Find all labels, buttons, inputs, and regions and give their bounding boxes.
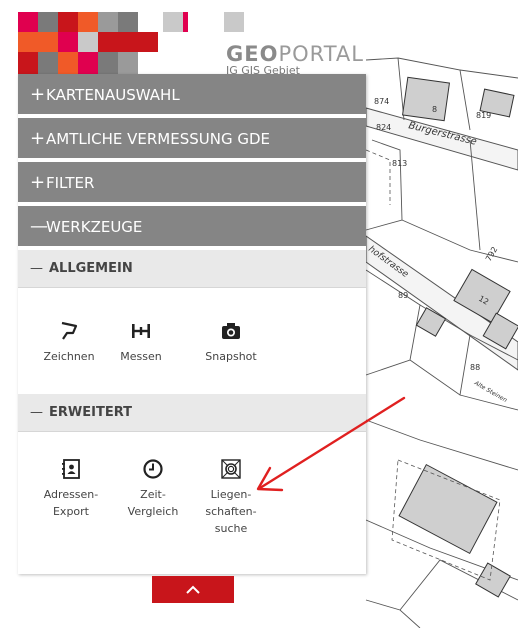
section-werkzeuge[interactable]: —WERKZEUGE bbox=[18, 206, 366, 248]
tool-zeichnen[interactable]: Zeichnen bbox=[32, 320, 106, 365]
collapse-icon: — bbox=[30, 405, 43, 420]
tool-label: Liegen- schaften- suche bbox=[205, 488, 257, 535]
section-label: AMTLICHE VERMESSUNG GDE bbox=[46, 130, 271, 148]
subsection-erweitert[interactable]: — ERWEITERT bbox=[18, 394, 366, 432]
section-label: FILTER bbox=[46, 174, 95, 192]
section-amtliche-vermessung[interactable]: +AMTLICHE VERMESSUNG GDE bbox=[18, 118, 366, 160]
measure-icon bbox=[132, 324, 150, 338]
map-label: 813 bbox=[392, 159, 407, 168]
section-kartenauswahl[interactable]: +KARTENAUSWAHL bbox=[18, 74, 366, 116]
expand-icon: + bbox=[30, 84, 46, 105]
map-label: 824 bbox=[376, 123, 391, 132]
tool-label: Zeit- Vergleich bbox=[127, 488, 179, 518]
expand-icon: + bbox=[30, 172, 46, 193]
draw-polygon-icon bbox=[61, 321, 78, 340]
logo-title: GEOPORTAL bbox=[226, 42, 364, 66]
side-panel: +KARTENAUSWAHL +AMTLICHE VERMESSUNG GDE … bbox=[18, 74, 366, 574]
header-logo-bar: GEOPORTAL IG GIS Gebiet bbox=[18, 12, 366, 77]
section-label: WERKZEUGE bbox=[46, 218, 143, 236]
subsection-allgemein[interactable]: — ALLGEMEIN bbox=[18, 250, 366, 288]
map-label: 89 bbox=[398, 291, 408, 300]
map-label: 88 bbox=[470, 363, 480, 372]
tool-label: Snapshot bbox=[205, 350, 257, 363]
parcel-search-icon bbox=[221, 459, 241, 479]
section-label: KARTENAUSWAHL bbox=[46, 86, 180, 104]
logo-mosaic-icon bbox=[18, 12, 188, 74]
clock-icon bbox=[143, 459, 163, 479]
tool-label: Messen bbox=[120, 350, 162, 363]
section-filter[interactable]: +FILTER bbox=[18, 162, 366, 204]
tool-liegenschaftensuche[interactable]: Liegen- schaften- suche bbox=[194, 458, 268, 537]
tool-label: Zeichnen bbox=[43, 350, 95, 363]
logo-accent-icon bbox=[224, 12, 244, 32]
collapse-icon: — bbox=[30, 216, 48, 237]
subsection-label: ALLGEMEIN bbox=[49, 261, 133, 276]
subsection-label: ERWEITERT bbox=[49, 405, 132, 420]
chevron-up-icon bbox=[186, 585, 200, 594]
collapse-icon: — bbox=[30, 261, 43, 276]
map-label: 874 bbox=[374, 97, 389, 106]
tool-label: Adressen- Export bbox=[43, 488, 99, 518]
expand-icon: + bbox=[30, 128, 46, 149]
map-label: 819 bbox=[476, 111, 491, 120]
camera-icon bbox=[222, 323, 240, 339]
tool-snapshot[interactable]: Snapshot bbox=[194, 320, 268, 365]
address-book-icon bbox=[62, 459, 80, 479]
tool-adressen-export[interactable]: Adressen- Export bbox=[34, 458, 108, 520]
collapse-panel-button[interactable] bbox=[152, 576, 234, 603]
tool-messen[interactable]: Messen bbox=[104, 320, 178, 365]
tool-zeit-vergleich[interactable]: Zeit- Vergleich bbox=[116, 458, 190, 520]
map-label: 8 bbox=[432, 105, 437, 114]
